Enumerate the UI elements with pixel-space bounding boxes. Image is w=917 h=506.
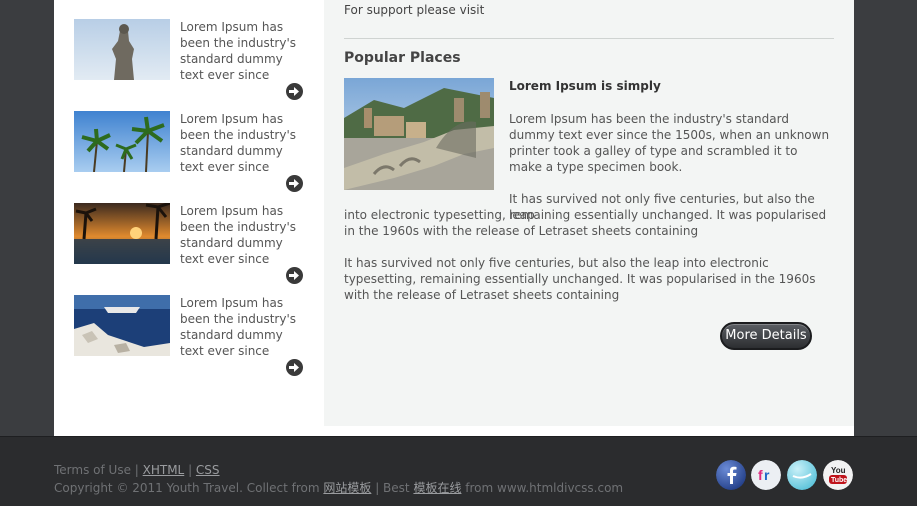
- list-item: Lorem Ipsum has been the industry's stan…: [74, 295, 314, 376]
- feature-heading: Lorem Ipsum is simply: [509, 79, 661, 93]
- paragraph: Lorem Ipsum has been the industry's stan…: [509, 112, 830, 174]
- terms-text: Terms of Use: [54, 463, 131, 477]
- youtube-icon[interactable]: You Tube: [823, 460, 853, 490]
- list-item: Lorem Ipsum has been the industry's stan…: [74, 19, 314, 100]
- separator: |: [184, 463, 196, 477]
- copyright-prefix: Copyright © 2011 Youth Travel. Collect f…: [54, 481, 324, 495]
- support-text: For support please visit: [344, 3, 485, 17]
- paragraph: It has survived not only five centuries,…: [344, 256, 816, 302]
- paragraph: into electronic typesetting, remaining e…: [344, 208, 827, 238]
- separator: |: [130, 463, 143, 477]
- template-link[interactable]: 网站模板: [323, 481, 371, 495]
- sunset-pool-photo-icon[interactable]: [74, 203, 170, 264]
- flickr-icon[interactable]: f r: [751, 460, 781, 490]
- footer-links: Terms of Use | XHTML | CSS: [54, 463, 220, 477]
- svg-text:You: You: [831, 466, 846, 475]
- palm-trees-photo-icon[interactable]: [74, 111, 170, 172]
- statue-photo-icon[interactable]: [74, 19, 170, 80]
- svg-text:Tube: Tube: [831, 477, 847, 484]
- svg-text:f: f: [758, 467, 763, 483]
- list-item-text: Lorem Ipsum has been the industry's stan…: [180, 296, 297, 358]
- list-item-text: Lorem Ipsum has been the industry's stan…: [180, 112, 297, 174]
- arrow-right-icon[interactable]: [286, 175, 303, 192]
- list-item-text: Lorem Ipsum has been the industry's stan…: [180, 204, 297, 266]
- css-link[interactable]: CSS: [196, 463, 220, 477]
- section-title: Popular Places: [344, 50, 461, 66]
- template-online-link[interactable]: 模板在线: [413, 481, 461, 495]
- list-item: Lorem Ipsum has been the industry's stan…: [74, 203, 314, 284]
- more-details-button[interactable]: More Details: [720, 322, 812, 350]
- twitter-icon[interactable]: [787, 460, 817, 490]
- divider: [344, 38, 834, 39]
- copyright: Copyright © 2011 Youth Travel. Collect f…: [54, 479, 623, 496]
- cruise-coast-photo-icon[interactable]: [74, 295, 170, 356]
- arrow-right-icon[interactable]: [286, 83, 303, 100]
- xhtml-link[interactable]: XHTML: [143, 463, 185, 477]
- list-item-text: Lorem Ipsum has been the industry's stan…: [180, 20, 297, 82]
- svg-text:r: r: [764, 467, 770, 483]
- list-item: Lorem Ipsum has been the industry's stan…: [74, 111, 314, 192]
- copyright-suffix: from www.htmldivcss.com: [461, 481, 624, 495]
- bridge-photo-icon[interactable]: [344, 78, 494, 190]
- copyright-mid: | Best: [371, 481, 414, 495]
- arrow-right-icon[interactable]: [286, 267, 303, 284]
- facebook-icon[interactable]: [716, 460, 746, 490]
- main-content: For support please visit Popular Places …: [324, 0, 854, 426]
- arrow-right-icon[interactable]: [286, 359, 303, 376]
